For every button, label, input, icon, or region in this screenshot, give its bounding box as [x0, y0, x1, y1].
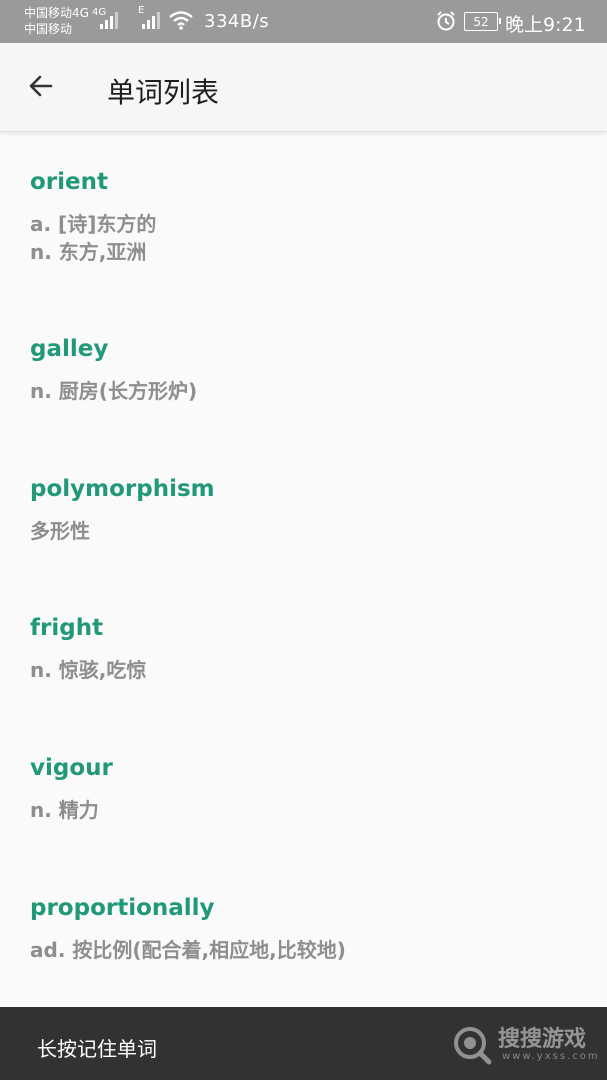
list-item[interactable]: orient a. [诗]东方的 n. 东方,亚洲 [0, 133, 607, 301]
list-item[interactable]: proportionally ad. 按比例(配合着,相应地,比较地) [0, 861, 607, 1001]
word-meaning: a. [诗]东方的 n. 东方,亚洲 [30, 212, 157, 264]
app-bar: 单词列表 [0, 43, 607, 132]
arrow-left-icon [27, 72, 55, 104]
word-meaning: n. 惊骇,吃惊 [30, 658, 147, 682]
word-text: orient [30, 169, 108, 195]
wifi-icon [168, 9, 194, 35]
watermark-url: www.yxss.com [502, 1051, 600, 1062]
alarm-icon [435, 10, 457, 36]
toast: 长按记住单词 搜搜游戏 www.yxss.com [0, 1007, 607, 1080]
carrier-2: 中国移动 [24, 22, 73, 36]
signal-icon [98, 9, 124, 35]
network-speed: 334B/s [204, 11, 270, 32]
word-text: proportionally [30, 895, 215, 921]
battery-level: 52 [473, 14, 489, 29]
carrier-1: 中国移动4G [24, 6, 89, 20]
status-bar: 中国移动4G 4G 中国移动 E 334B/s 52 晚上9:21 [0, 0, 607, 43]
word-text: polymorphism [30, 476, 215, 502]
battery-icon: 52 [464, 12, 501, 31]
list-item[interactable]: polymorphism 多形性 [0, 441, 607, 581]
word-text: galley [30, 336, 109, 362]
list-item[interactable]: fright n. 惊骇,吃惊 [0, 581, 607, 721]
word-text: vigour [30, 755, 113, 781]
clock: 晚上9:21 [505, 14, 586, 36]
list-item[interactable]: galley n. 厨房(长方形炉) [0, 301, 607, 441]
back-button[interactable] [20, 67, 62, 109]
watermark-logo-icon [452, 1025, 492, 1069]
carrier-info: 中国移动4G 4G 中国移动 [24, 5, 106, 37]
word-meaning: n. 精力 [30, 798, 99, 822]
word-meaning: 多形性 [30, 519, 90, 543]
word-meaning: n. 厨房(长方形炉) [30, 379, 198, 403]
signal-badge: E [138, 5, 145, 16]
signal-icon-2: E [138, 5, 164, 35]
watermark: 搜搜游戏 www.yxss.com [452, 1021, 602, 1071]
list-item[interactable]: vigour n. 精力 [0, 721, 607, 861]
word-meaning: ad. 按比例(配合着,相应地,比较地) [30, 938, 346, 962]
word-text: fright [30, 615, 104, 641]
toast-message: 长按记住单词 [37, 1037, 157, 1061]
page-title: 单词列表 [107, 76, 220, 109]
watermark-brand: 搜搜游戏 [498, 1027, 587, 1052]
